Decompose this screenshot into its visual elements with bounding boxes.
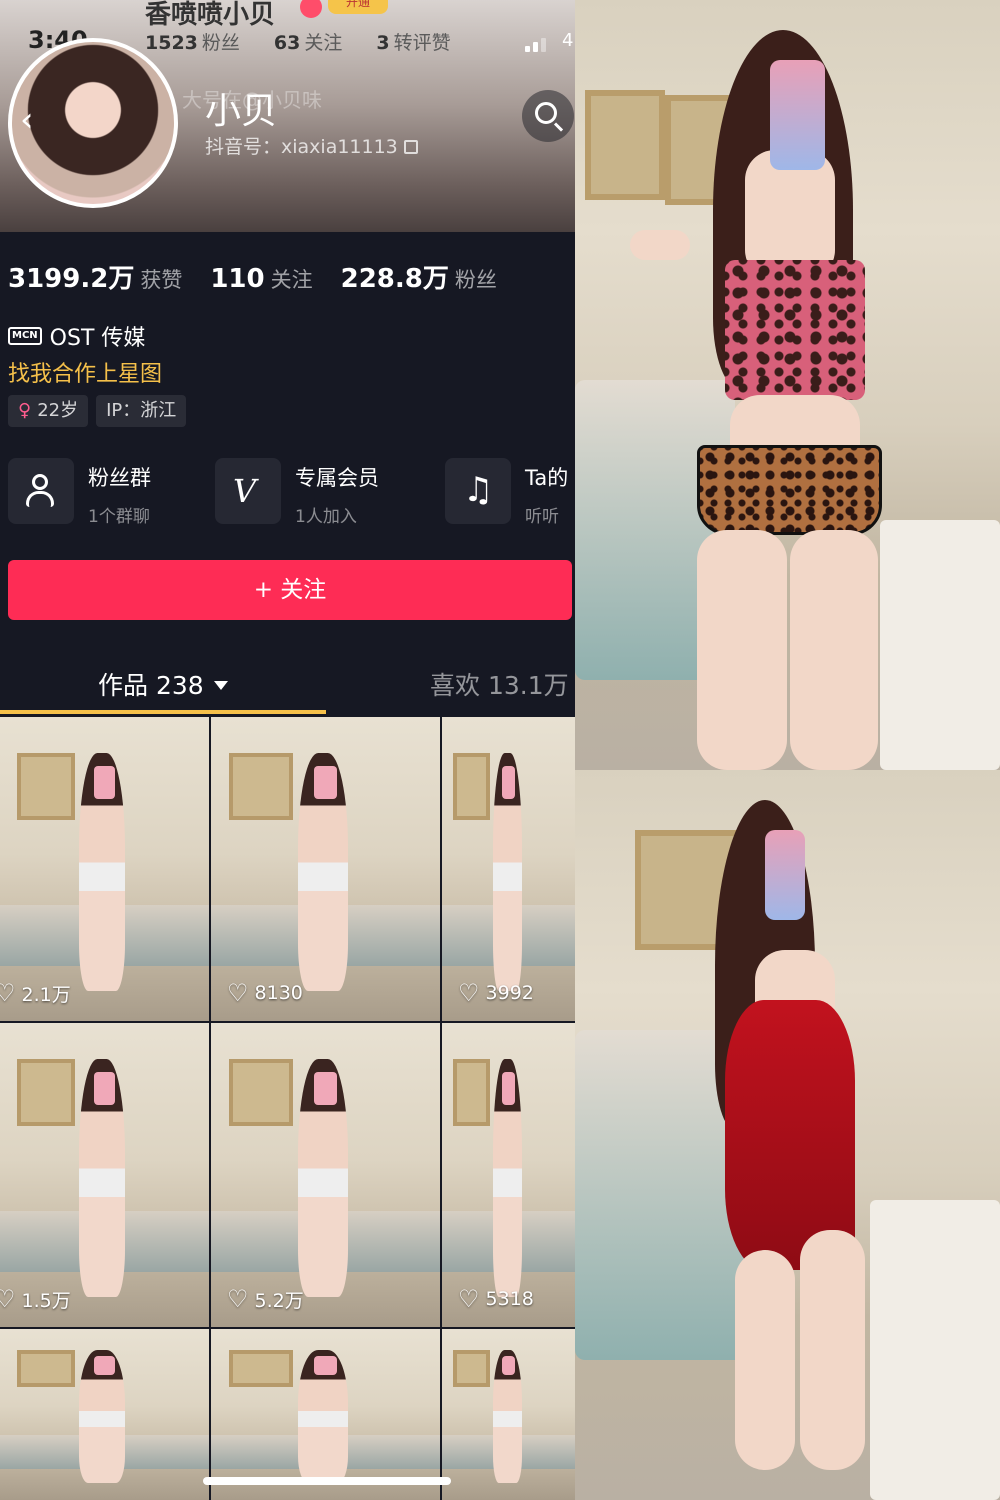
mcn-name: OST 传媒 — [49, 326, 146, 351]
video-like-count: ♡ 5.2万 — [227, 1285, 304, 1313]
battery-indicator: 4 — [562, 30, 574, 51]
video-like-count: ♡ 5318 — [458, 1285, 534, 1313]
video-like-count: ♡ 8130 — [227, 979, 303, 1007]
profile-tags: ♀ 22岁 IP：浙江 — [8, 395, 187, 427]
copy-icon[interactable] — [403, 140, 418, 154]
follow-button[interactable]: + 关注 — [8, 560, 572, 620]
video-thumbnail[interactable]: ♡ 5318 — [442, 1023, 575, 1327]
ghost-open-badge: 开通 — [328, 0, 388, 14]
profile-screenshot: 香喷喷小贝 开通 1523 粉丝 63 关注 3 转评赞 3:40 4 ‹ 大号在@小… — [0, 0, 575, 1500]
mcn-icon: MCN — [8, 327, 42, 345]
heart-icon: ♡ — [458, 1285, 480, 1313]
content-tabs: 作品 238 喜欢 13.1万 — [0, 650, 575, 714]
video-thumbnail[interactable]: ♡ 8130 — [211, 717, 440, 1021]
person-figure — [630, 30, 935, 770]
heart-icon: ♡ — [227, 979, 249, 1007]
feature-fan-group[interactable]: 粉丝群 1个群聊 — [8, 458, 151, 528]
active-tab-indicator — [0, 710, 326, 714]
caret-down-icon — [213, 681, 228, 690]
leopard-shorts — [697, 445, 882, 535]
ghost-stat-fans: 1523 粉丝 — [145, 32, 240, 54]
leopard-top — [725, 260, 865, 400]
feature-row: 粉丝群 1个群聊 V 专属会员 1人加入 ♫ Ta的 听听 — [8, 458, 575, 528]
stat-followers[interactable]: 228.8万 粉丝 — [341, 258, 497, 295]
age-tag: ♀ 22岁 — [8, 395, 89, 427]
ip-tag: IP：浙江 — [96, 395, 187, 427]
phone — [765, 830, 805, 920]
profile-stats: 3199.2万 获赞 110 关注 228.8万 粉丝 — [8, 258, 497, 295]
tab-likes[interactable]: 喜欢 13.1万 — [430, 666, 569, 702]
signal-icon — [525, 38, 546, 52]
video-thumbnail[interactable]: ♡ 5.2万 — [211, 1023, 440, 1327]
wall-painting — [585, 90, 665, 200]
music-note-icon: ♫ — [445, 458, 511, 524]
collab-link[interactable]: 找我合作上星图 — [8, 356, 162, 388]
video-thumbnail[interactable] — [0, 1329, 209, 1500]
mcn-row[interactable]: MCN OST 传媒 — [8, 320, 145, 352]
heart-icon: ♡ — [227, 1285, 249, 1313]
video-grid: ♡ 2.1万 ♡ 8130 ♡ 3992 ♡ 1.5万 ♡ 5.2万 ♡ 5318 — [0, 717, 575, 1500]
feature-music[interactable]: ♫ Ta的 听听 — [445, 458, 568, 528]
heart-icon: ♡ — [0, 979, 16, 1007]
back-arrow-icon[interactable]: ‹ — [20, 100, 34, 140]
photo-bottom[interactable] — [575, 770, 1000, 1500]
video-thumbnail[interactable]: ♡ 2.1万 — [0, 717, 209, 1021]
feature-vip[interactable]: V 专属会员 1人加入 — [215, 458, 379, 528]
tab-works[interactable]: 作品 238 — [98, 666, 228, 702]
stat-following[interactable]: 110 关注 — [210, 264, 312, 294]
phone — [770, 60, 825, 170]
ghost-verify-icon — [300, 0, 322, 18]
stat-likes[interactable]: 3199.2万 获赞 — [8, 258, 182, 295]
video-like-count: ♡ 1.5万 — [0, 1285, 71, 1313]
vip-icon: V — [215, 458, 281, 524]
fan-group-icon — [8, 458, 74, 524]
heart-icon: ♡ — [458, 979, 480, 1007]
video-like-count: ♡ 3992 — [458, 979, 534, 1007]
search-icon — [535, 102, 557, 124]
profile-name: 小贝 — [205, 91, 278, 132]
ghost-header-stats: 1523 粉丝 63 关注 3 转评赞 — [145, 28, 451, 55]
douyin-id[interactable]: 抖音号：xiaxia11113 — [205, 132, 418, 159]
heart-icon: ♡ — [0, 1285, 16, 1313]
video-thumbnail[interactable] — [442, 1329, 575, 1500]
video-thumbnail[interactable]: ♡ 1.5万 — [0, 1023, 209, 1327]
home-indicator[interactable] — [203, 1477, 451, 1485]
video-like-count: ♡ 2.1万 — [0, 979, 71, 1007]
search-button[interactable] — [522, 90, 574, 142]
person-figure — [695, 800, 895, 1500]
ghost-header-name: 香喷喷小贝 — [145, 0, 276, 30]
female-icon: ♀ — [18, 400, 32, 421]
video-thumbnail[interactable] — [211, 1329, 440, 1500]
photo-top[interactable] — [575, 0, 1000, 770]
video-thumbnail[interactable]: ♡ 3992 — [442, 717, 575, 1021]
ghost-stat-shares: 3 转评赞 — [376, 32, 451, 54]
profile-header: 香喷喷小贝 开通 1523 粉丝 63 关注 3 转评赞 3:40 4 ‹ 大号在@小… — [0, 0, 575, 232]
ghost-stat-following: 63 关注 — [273, 32, 343, 54]
